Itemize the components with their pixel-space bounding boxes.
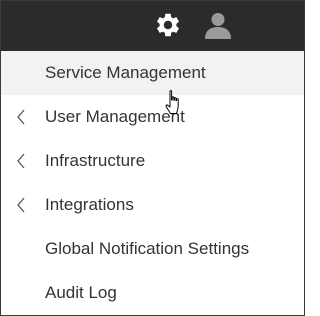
menu-item-label: Service Management xyxy=(45,63,206,82)
top-bar xyxy=(1,1,304,51)
menu-item-service-management[interactable]: Service Management xyxy=(1,51,304,95)
chevron-left-icon xyxy=(17,153,25,169)
settings-dropdown-menu: Service Management User Management Infra… xyxy=(1,51,304,315)
settings-menu-window: Service Management User Management Infra… xyxy=(0,0,305,316)
chevron-left-icon xyxy=(17,109,25,125)
chevron-left-icon xyxy=(17,197,25,213)
user-icon[interactable] xyxy=(204,11,232,39)
menu-item-label: Global Notification Settings xyxy=(45,239,250,258)
menu-item-label: Audit Log xyxy=(45,283,117,302)
menu-item-user-management[interactable]: User Management xyxy=(1,95,304,139)
menu-item-infrastructure[interactable]: Infrastructure xyxy=(1,139,304,183)
menu-item-global-notification-settings[interactable]: Global Notification Settings xyxy=(1,227,304,271)
menu-item-label: Infrastructure xyxy=(45,151,146,170)
hand-pointer-cursor-icon xyxy=(165,90,179,114)
menu-item-audit-log[interactable]: Audit Log xyxy=(1,271,304,315)
gear-icon[interactable] xyxy=(154,11,182,39)
menu-item-label: Integrations xyxy=(45,195,134,214)
menu-item-integrations[interactable]: Integrations xyxy=(1,183,304,227)
